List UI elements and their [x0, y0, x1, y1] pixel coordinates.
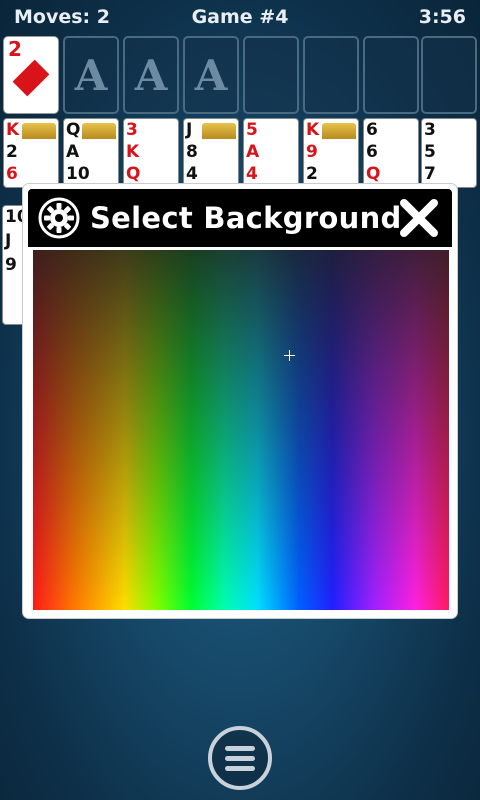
card-rank: Q: [66, 120, 81, 140]
game-timer: 3:56: [418, 6, 466, 28]
card-rank: 7: [424, 164, 436, 184]
card-rank: 6: [366, 120, 378, 140]
foundation-slot-3[interactable]: A: [183, 36, 239, 114]
tableau-column-4[interactable]: J84: [183, 118, 239, 188]
menu-line: [225, 755, 255, 761]
foundation-label: A: [134, 50, 168, 100]
moves-counter: Moves: 2: [14, 6, 110, 28]
card-rank: 2: [6, 142, 18, 162]
empty-slot-4[interactable]: [421, 36, 477, 114]
card-rank: Q: [126, 164, 141, 184]
status-bar: Moves: 2 Game #4 3:56: [0, 0, 480, 34]
tableau-column-1[interactable]: K26: [3, 118, 59, 188]
close-icon[interactable]: [396, 195, 442, 241]
card-rank: 8: [186, 142, 198, 162]
menu-line: [225, 765, 255, 771]
foundation-slot-1[interactable]: A: [63, 36, 119, 114]
card-rank: K: [126, 142, 140, 162]
card-rank: K: [306, 120, 320, 140]
card-rank: 6: [366, 142, 378, 162]
tableau-column-5[interactable]: 5A4: [243, 118, 299, 188]
color-picker[interactable]: [33, 250, 449, 610]
card-rank: 10: [66, 164, 90, 184]
empty-slot-3[interactable]: [363, 36, 419, 114]
gear-icon: [38, 197, 80, 239]
card-rank: Q: [366, 164, 381, 184]
card-rank: J: [186, 120, 193, 140]
card-rank: 3: [126, 120, 138, 140]
card-rank: 9: [5, 255, 17, 275]
card-rank: 2: [8, 37, 22, 61]
card-rank: 9: [306, 142, 318, 162]
foundation-slot-2[interactable]: A: [123, 36, 179, 114]
foundation-label: A: [74, 50, 108, 100]
card-rank: 5: [424, 142, 436, 162]
tableau-column-2[interactable]: Q A 10: [63, 118, 119, 188]
dialog-title: Select Background: [90, 201, 402, 235]
foundation-label: A: [194, 50, 228, 100]
card-rank: 5: [246, 120, 258, 140]
face-card-art: [202, 123, 236, 139]
face-card-art: [322, 123, 356, 139]
face-card-art: [82, 123, 116, 139]
empty-slot-1[interactable]: [243, 36, 299, 114]
picker-crosshair: [284, 350, 295, 361]
card-rank: 6: [6, 164, 18, 184]
diamond-icon: [12, 59, 50, 97]
tableau-column-3[interactable]: 3KQ: [123, 118, 179, 188]
face-card-art: [22, 123, 56, 139]
card-rank: 2: [306, 164, 318, 184]
card-rank: J: [5, 231, 12, 251]
card-rank: 3: [424, 120, 436, 140]
card-rank: 4: [186, 164, 198, 184]
card-rank: A: [246, 142, 260, 162]
tableau-column-6[interactable]: K92: [303, 118, 359, 188]
tableau-column-7[interactable]: 66Q: [363, 118, 419, 188]
select-background-dialog: Select Background: [22, 183, 458, 619]
dialog-header: Select Background: [28, 189, 452, 247]
freecell-card-2-diamonds[interactable]: 2: [3, 36, 59, 114]
card-rank: 4: [246, 164, 258, 184]
menu-button[interactable]: [208, 726, 272, 790]
menu-line: [225, 745, 255, 751]
empty-slot-2[interactable]: [303, 36, 359, 114]
card-rank: A: [66, 142, 80, 162]
card-rank: K: [6, 120, 20, 140]
tableau-column-8[interactable]: 357: [421, 118, 477, 188]
